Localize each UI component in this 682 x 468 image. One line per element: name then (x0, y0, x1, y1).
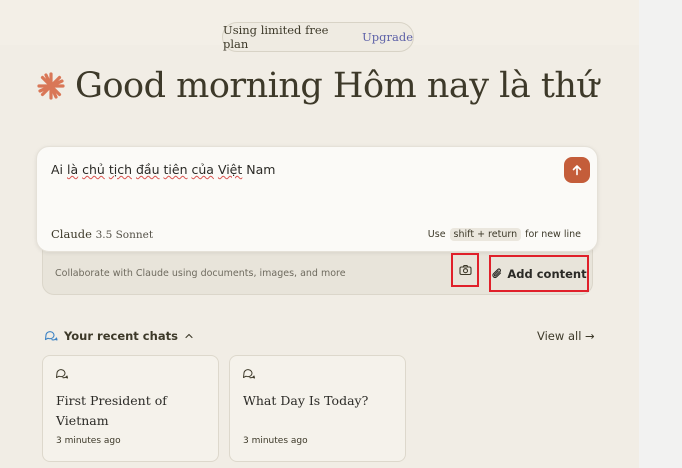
shortcut-key: shift + return (449, 228, 522, 241)
chat-title: First President of Vietnam (56, 393, 167, 428)
recent-chat-card[interactable]: First President of Vietnam 3 minutes ago (42, 355, 219, 462)
newline-hint: Use shift + return for new line (427, 228, 581, 241)
model-version: 3.5 Sonnet (95, 229, 154, 241)
chat-title: What Day Is Today? (243, 393, 369, 408)
send-button[interactable] (564, 157, 590, 183)
add-content-label: Add content (507, 266, 587, 281)
chat-bubble-icon (56, 369, 68, 379)
chat-bubble-icon (243, 369, 255, 379)
chat-time: 3 minutes ago (243, 436, 308, 446)
greeting: Good morning Hôm nay là thứ (36, 66, 599, 106)
chat-input-card[interactable]: Ai là chủ tịch đầu tiên của Việt Nam Cla… (36, 146, 598, 252)
view-all-link[interactable]: View all → (537, 329, 595, 343)
recent-chats-toggle[interactable]: Your recent chats (44, 329, 194, 343)
attach-hint: Collaborate with Claude using documents,… (55, 268, 346, 279)
screenshot-button[interactable] (451, 253, 479, 287)
add-content-button[interactable]: Add content (489, 255, 589, 292)
chat-time: 3 minutes ago (56, 436, 121, 446)
camera-icon (458, 264, 472, 276)
paperclip-icon (492, 268, 502, 279)
main-area: Using limited free plan Upgrade Good mor… (0, 0, 639, 468)
chat-bubbles-icon (44, 331, 58, 341)
model-name: Claude (51, 227, 92, 241)
plan-banner: Using limited free plan Upgrade (222, 22, 414, 52)
right-panel (639, 0, 682, 468)
arrow-up-icon (572, 165, 582, 176)
model-selector[interactable]: Claude 3.5 Sonnet (51, 227, 153, 241)
greeting-text: Good morning Hôm nay là thứ (75, 66, 599, 106)
recent-chat-card[interactable]: What Day Is Today? 3 minutes ago (229, 355, 406, 462)
chevron-up-icon (185, 333, 193, 339)
plan-text: Using limited free plan (223, 23, 329, 51)
upgrade-link[interactable]: Upgrade (362, 30, 413, 44)
claude-star-icon (37, 72, 65, 100)
prompt-input[interactable]: Ai là chủ tịch đầu tiên của Việt Nam (51, 162, 275, 177)
recent-chats-heading: Your recent chats (64, 329, 178, 343)
